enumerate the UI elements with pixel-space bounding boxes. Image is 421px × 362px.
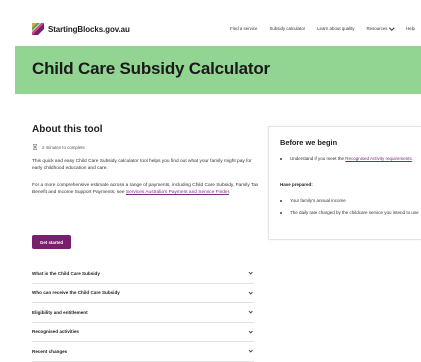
time-estimate: 2 minutes to complete: [32, 144, 85, 150]
accordion-item-eligibility[interactable]: Eligibility and entitlement: [32, 303, 254, 323]
accordion-item-recent-changes[interactable]: Recent changes: [32, 342, 254, 362]
before-we-begin-card: Before we begin Understand if you meet t…: [268, 126, 421, 240]
accordion-item-who-can-receive[interactable]: Who can receive the Child Care Subsidy: [32, 284, 254, 303]
list-item: Your family's annual income: [280, 197, 420, 204]
accordion-item-recognised-activities[interactable]: Recognised activities: [32, 323, 254, 342]
about-comprehensive-note: For a more comprehensive estimate across…: [32, 182, 262, 196]
chevron-down-icon: [389, 24, 395, 30]
chevron-down-icon: [247, 309, 253, 315]
logo-text: StartingBlocks.gov.au: [48, 24, 130, 34]
accordion-label: Eligibility and entitlement: [32, 309, 88, 315]
before-we-begin-title: Before we begin: [280, 138, 338, 147]
page-title: Child Care Subsidy Calculator: [32, 59, 270, 78]
accordion-label: Who can receive the Child Care Subsidy: [32, 290, 120, 296]
main-nav: Find a service Subsidy calculator Learn …: [218, 24, 415, 31]
chevron-down-icon: [247, 289, 253, 295]
nav-resources-label: Resources: [366, 26, 388, 31]
have-prepared-heading: Have prepared:: [280, 182, 313, 187]
site-logo[interactable]: StartingBlocks.gov.au: [32, 23, 130, 35]
accordion-label: What is the Child Care Subsidy: [32, 270, 100, 276]
bullet-icon: [280, 212, 282, 214]
get-started-button[interactable]: Get started: [32, 235, 71, 249]
chevron-down-icon: [247, 328, 253, 334]
nav-help[interactable]: Help: [406, 26, 415, 31]
time-estimate-text: 2 minutes to complete: [42, 144, 85, 150]
bullet-icon: [280, 200, 282, 202]
bullet-text-end: .: [411, 156, 414, 161]
nav-subsidy-calculator[interactable]: Subsidy calculator: [269, 26, 305, 31]
info-accordion: What is the Child Care Subsidy Who can r…: [32, 264, 254, 362]
bullet-icon: [280, 158, 282, 160]
list-item: Understand if you meet the Recognised Ac…: [280, 155, 420, 162]
payment-service-finder-link[interactable]: Services Australia's Payment and Service…: [126, 190, 229, 195]
nav-find-a-service[interactable]: Find a service: [230, 26, 257, 31]
page-banner: Child Care Subsidy Calculator: [15, 46, 421, 94]
bullet-text: The daily rate charged by the childcare …: [290, 210, 419, 215]
chevron-down-icon: [247, 270, 253, 276]
bullet-text: Your family's annual income: [290, 198, 346, 203]
starting-blocks-logo-icon: [32, 23, 44, 35]
chevron-down-icon: [247, 348, 253, 354]
nav-resources[interactable]: Resources: [366, 24, 395, 31]
recognised-activity-link[interactable]: Recognised Activity requirements: [345, 156, 412, 161]
about-title: About this tool: [32, 124, 103, 135]
list-item: The daily rate charged by the childcare …: [280, 209, 420, 216]
about-note-end: .: [228, 190, 231, 195]
hourglass-icon: [33, 144, 37, 150]
about-description: This quick and easy Child Care Subsidy c…: [32, 159, 252, 171]
nav-learn-about-quality[interactable]: Learn about quality: [317, 26, 354, 31]
bullet-text: Understand if you meet the: [290, 156, 346, 161]
accordion-label: Recognised activities: [32, 329, 79, 335]
accordion-item-what-is-ccs[interactable]: What is the Child Care Subsidy: [32, 264, 254, 284]
